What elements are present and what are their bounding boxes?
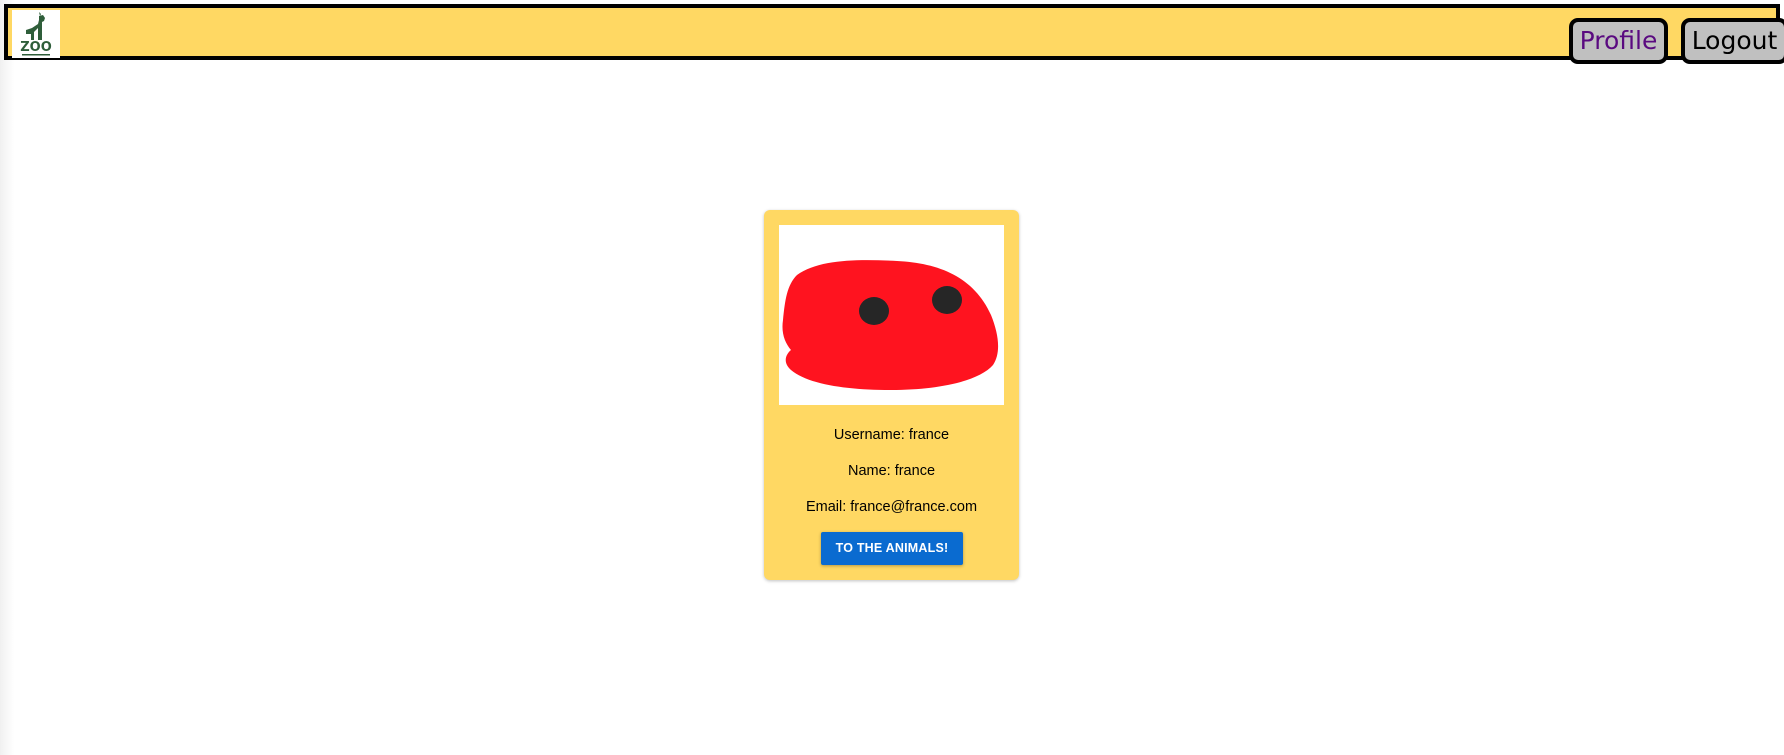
to-the-animals-button[interactable]: TO THE ANIMALS!: [821, 532, 963, 565]
zoo-logo-icon: ZOO: [12, 10, 60, 58]
profile-button[interactable]: Profile: [1569, 18, 1668, 64]
red-blob-avatar-icon: [779, 225, 1004, 405]
profile-card: Username: france Name: france Email: fra…: [764, 210, 1019, 580]
email-text: Email: france@france.com: [805, 499, 978, 515]
logout-button[interactable]: Logout: [1681, 18, 1784, 64]
name-text: Name: france: [847, 463, 936, 479]
top-navbar: ZOO Profile Logout: [4, 4, 1784, 64]
profile-avatar: [779, 225, 1004, 405]
username-text: Username: france: [833, 427, 950, 443]
page: ZOO Profile Logout Username: france Name…: [0, 0, 1784, 755]
zoo-logo[interactable]: ZOO: [12, 10, 60, 58]
logo-text: ZOO: [20, 40, 52, 55]
